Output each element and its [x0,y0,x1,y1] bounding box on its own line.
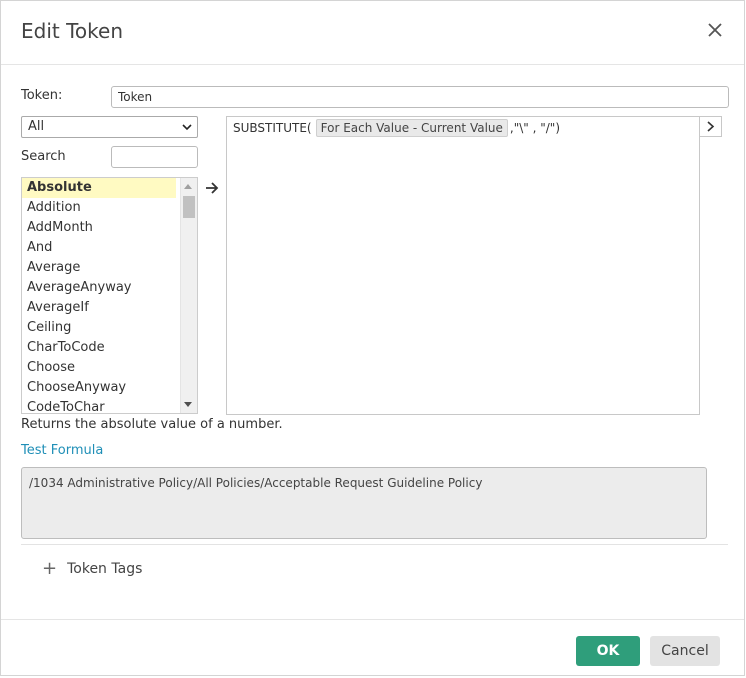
function-list-item[interactable]: Absolute [22,178,176,198]
chevron-down-icon [182,124,192,131]
function-list-item[interactable]: CodeToChar [22,398,176,413]
formula-token-chip[interactable]: For Each Value - Current Value [315,119,508,137]
formula-text: SUBSTITUTE( For Each Value - Current Val… [233,119,560,137]
token-input[interactable] [111,86,729,108]
function-list-item[interactable]: AverageIf [22,298,176,318]
dialog-footer: OK Cancel [1,619,744,678]
plus-icon: + [42,558,58,579]
category-selected-value: All [28,119,45,134]
category-select[interactable]: All [21,116,198,138]
dialog-title: Edit Token [21,19,123,43]
formula-suffix: ,"\" , "/") [509,121,561,135]
function-list-item[interactable]: Average [22,258,176,278]
dialog-header: Edit Token [1,1,744,65]
function-list-item[interactable]: ChooseAnyway [22,378,176,398]
function-list-item[interactable]: AverageAnyway [22,278,176,298]
edit-token-dialog: Edit Token Token: All Search AbsoluteAdd… [0,0,745,676]
function-list-item[interactable]: AddMonth [22,218,176,238]
scroll-down-icon[interactable] [184,402,192,407]
close-icon[interactable] [706,21,724,39]
test-formula-result: /1034 Administrative Policy/All Policies… [21,467,707,539]
formula-editor[interactable]: SUBSTITUTE( For Each Value - Current Val… [226,116,700,415]
search-input[interactable] [111,146,198,168]
section-divider [21,544,728,545]
search-label: Search [21,149,66,164]
function-list-item[interactable]: And [22,238,176,258]
function-list-item[interactable]: CharToCode [22,338,176,358]
token-tags-label: Token Tags [67,561,143,577]
test-formula-link[interactable]: Test Formula [21,443,103,458]
function-list-scrollbar[interactable] [180,178,197,413]
function-list-item[interactable]: Ceiling [22,318,176,338]
ok-button[interactable]: OK [576,636,640,666]
function-description: Returns the absolute value of a number. [21,417,283,432]
scroll-thumb[interactable] [183,196,195,218]
expand-editor-button[interactable] [699,116,722,137]
function-list-item[interactable]: Addition [22,198,176,218]
arrow-right-icon[interactable] [205,181,219,195]
cancel-button[interactable]: Cancel [650,636,720,666]
function-list[interactable]: Absolute Addition AddMonth And Average Averag… [21,177,198,414]
chevron-right-icon [707,121,715,132]
scroll-up-icon[interactable] [184,184,192,189]
function-list-item[interactable]: Choose [22,358,176,378]
token-tags-toggle[interactable]: + Token Tags [42,560,142,578]
formula-prefix: SUBSTITUTE( [233,121,312,135]
token-label: Token: [21,88,63,103]
